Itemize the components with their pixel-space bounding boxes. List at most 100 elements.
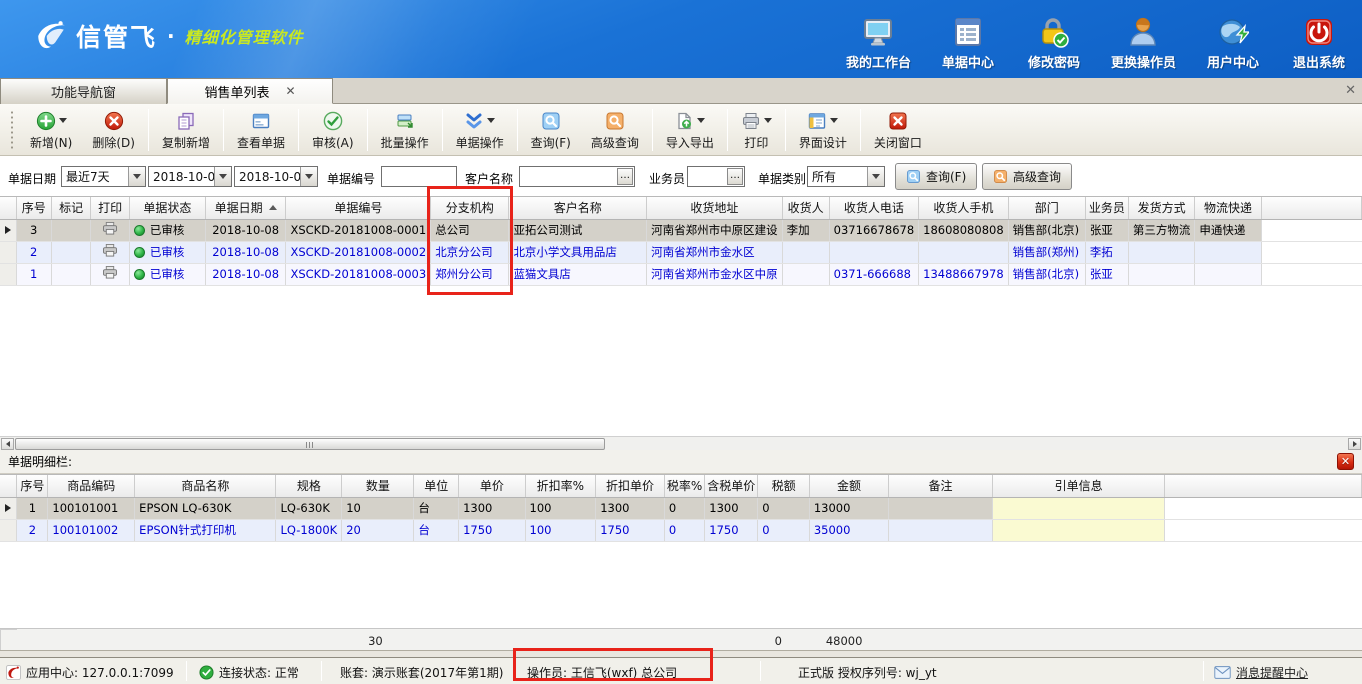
change-password-button[interactable]: 修改密码 [1025,16,1083,71]
column-header-remark[interactable]: 备注 [889,475,993,497]
scroll-left-arrow[interactable] [1,438,14,450]
chevron-down-icon[interactable] [128,167,145,186]
chevron-down-icon[interactable] [697,118,705,123]
chevron-down-icon[interactable] [867,167,884,186]
chevron-down-icon[interactable] [487,118,495,123]
toolbar-button-advquery[interactable]: 高级查询 [581,107,649,153]
column-header-branch[interactable]: 分支机构 [431,197,509,219]
column-header-spec[interactable]: 规格 [276,475,342,497]
cell-tax_rate: 0 [664,519,704,541]
message-center-link[interactable]: 消息提醒中心 [1214,664,1308,681]
column-header-code[interactable]: 单据编号 [286,197,431,219]
column-header-mobile[interactable]: 收货人手机 [919,197,1008,219]
toolbar-button-closewin[interactable]: 关闭窗口 [864,107,932,153]
column-header-qty[interactable]: 数量 [342,475,414,497]
column-header-receiver[interactable]: 收货人 [782,197,829,219]
column-header-dept[interactable]: 部门 [1008,197,1085,219]
type-select[interactable]: 所有 [807,166,885,187]
column-header-seq[interactable]: 序号 [16,197,51,219]
tab-function-navigator[interactable]: 功能导航窗 [0,78,167,104]
chevron-down-icon[interactable] [214,167,231,186]
toolbar-button-copy[interactable]: 复制新增 [152,107,220,153]
panel-bottom-edge [0,650,1362,658]
table-row[interactable]: 1已审核2018-10-08XSCKD-20181008-0003郑州分公司蓝猫… [0,263,1362,285]
switch-operator-button[interactable]: 更换操作员 [1111,16,1176,71]
document-center-button[interactable]: 单据中心 [939,16,997,71]
table-row[interactable]: 1100101001EPSON LQ-630KLQ-630K10台1300100… [0,497,1362,519]
toolbar-button-add[interactable]: 新增(N) [20,107,82,153]
cell-tax: 0 [758,519,810,541]
column-header-price[interactable]: 单价 [459,475,525,497]
cell-dept: 销售部(北京) [1008,219,1085,241]
salesman-filter-input[interactable] [688,167,727,186]
column-header-name[interactable]: 商品名称 [135,475,276,497]
toolbar-button-batch[interactable]: 批量操作 [371,107,439,153]
date-range-select[interactable]: 最近7天 [61,166,146,187]
column-header-status[interactable]: 单据状态 [129,197,205,219]
toolbar-button-docops[interactable]: 单据操作 [446,107,514,153]
column-header-amount[interactable]: 金额 [809,475,888,497]
column-header-tax_rate[interactable]: 税率% [664,475,704,497]
tabstrip-close-icon[interactable]: ✕ [1345,83,1356,98]
detail-panel-close-icon[interactable]: ✕ [1337,453,1354,470]
exit-system-button[interactable]: 退出系统 [1290,16,1348,71]
toolbar-grip[interactable] [10,110,14,150]
column-header-address[interactable]: 收货地址 [647,197,783,219]
column-header-ship_method[interactable]: 发货方式 [1128,197,1195,219]
workbench-button[interactable]: 我的工作台 [846,16,911,71]
printer-icon[interactable] [102,222,118,235]
toolbar-button-print[interactable]: 打印 [731,107,782,153]
toolbar-button-uidesign[interactable]: 界面设计 [789,107,857,153]
column-header-mark[interactable]: 标记 [51,197,91,219]
column-header-customer[interactable]: 客户名称 [509,197,647,219]
date-from-select[interactable]: 2018-10-01 [148,166,232,187]
total-tax: 0 [752,630,804,652]
column-header-salesman[interactable]: 业务员 [1085,197,1128,219]
customer-lookup-button[interactable]: … [617,168,633,185]
tab-close-icon[interactable]: ✕ [285,84,295,98]
column-header-code[interactable]: 商品编码 [48,475,135,497]
table-row[interactable]: 2100101002EPSON针式打印机LQ-1800K20台175010017… [0,519,1362,541]
toolbar-button-viewdoc[interactable]: 查看单据 [227,107,295,153]
column-header-date[interactable]: 单据日期 [205,197,286,219]
column-header-express[interactable]: 物流快递 [1195,197,1261,219]
code-filter-input[interactable] [382,167,456,186]
toolbar-button-label: 界面设计 [799,134,847,151]
user-center-button[interactable]: 用户中心 [1204,16,1262,71]
horizontal-scrollbar[interactable] [0,436,1362,450]
salesman-lookup-button[interactable]: … [727,168,743,185]
column-header-unit[interactable]: 单位 [414,475,459,497]
toolbar-button-delete[interactable]: 删除(D) [82,107,145,153]
chevron-down-icon[interactable] [300,167,317,186]
advanced-query-button[interactable]: 高级查询 [982,163,1072,190]
column-header-discount_rate[interactable]: 折扣率% [525,475,596,497]
chevron-down-icon[interactable] [59,118,67,123]
column-header-seq[interactable]: 序号 [17,475,48,497]
table-row[interactable]: 3已审核2018-10-08XSCKD-20181008-0001总公司亚拓公司… [0,219,1362,241]
row-indicator [0,497,17,519]
cell-code: XSCKD-20181008-0002 [286,241,431,263]
column-header-tax_price[interactable]: 含税单价 [705,475,758,497]
column-header-tax[interactable]: 税额 [758,475,810,497]
column-header-phone[interactable]: 收货人电话 [829,197,918,219]
scroll-right-arrow[interactable] [1348,438,1361,450]
cell-seq: 1 [16,263,51,285]
column-header-discount_price[interactable]: 折扣单价 [596,475,665,497]
column-header-print[interactable]: 打印 [91,197,129,219]
row-indicator-header [0,197,16,219]
toolbar-button-query[interactable]: 查询(F) [521,107,581,153]
tab-sales-order-list[interactable]: 销售单列表 ✕ [167,78,333,104]
table-row[interactable]: 2已审核2018-10-08XSCKD-20181008-0002北京分公司北京… [0,241,1362,263]
toolbar-button-impexp[interactable]: 导入导出 [656,107,724,153]
scrollbar-thumb[interactable] [15,438,605,450]
chevron-down-icon[interactable] [830,118,838,123]
query-button[interactable]: 查询(F) [895,163,977,190]
column-header-ref_info[interactable]: 引单信息 [992,475,1165,497]
date-to-select[interactable]: 2018-10-08 [234,166,318,187]
customer-filter-input[interactable] [520,167,617,186]
toolbar-button-audit[interactable]: 审核(A) [302,107,364,153]
cell-customer: 蓝猫文具店 [509,263,647,285]
printer-icon[interactable] [102,244,118,257]
printer-icon[interactable] [102,266,118,279]
chevron-down-icon[interactable] [764,118,772,123]
